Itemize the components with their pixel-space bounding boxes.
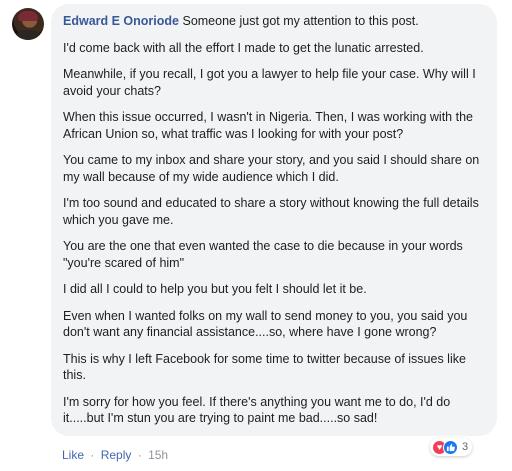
separator: · [90,448,95,462]
timestamp[interactable]: 15h [148,448,168,462]
comment-first-text: Someone just got my attention to this po… [182,14,419,28]
comment-paragraph: When this issue occurred, I wasn't in Ni… [63,110,473,141]
comment-paragraph: Meanwhile, if you recall, I got you a la… [63,67,476,98]
separator: · [137,448,142,462]
comment-paragraph: I'm sorry for how you feel. If there's a… [63,394,451,426]
author-name[interactable]: Edward E Onoriode [63,14,179,28]
avatar-cap [18,11,38,21]
comment-first-line: Edward E Onoriode Someone just got my at… [63,13,485,30]
reaction-count: 3 [462,441,469,453]
comment-actions: Like · Reply · 15h [62,448,168,462]
reactions-summary[interactable]: ♥ 3 [430,438,473,456]
comment-paragraph: I did all I could to help you but you fe… [63,282,367,296]
comment-bubble: Edward E Onoriode Someone just got my at… [51,4,497,436]
avatar-shirt [16,30,40,40]
avatar[interactable] [12,8,44,40]
comment-paragraph: I'd come back with all the effort I made… [63,40,424,55]
comment-paragraph: I'm too sound and educated to share a st… [63,196,479,227]
comment-paragraph: You came to my inbox and share your stor… [63,153,480,184]
reply-link[interactable]: Reply [101,448,132,462]
like-icon [443,439,458,455]
comment-paragraph: Even when I wanted folks on my wall to s… [63,308,468,340]
like-link[interactable]: Like [62,448,84,462]
comment-paragraph: You are the one that even wanted the cas… [63,239,463,270]
comment-paragraph: This is why I left Facebook for some tim… [63,351,466,383]
